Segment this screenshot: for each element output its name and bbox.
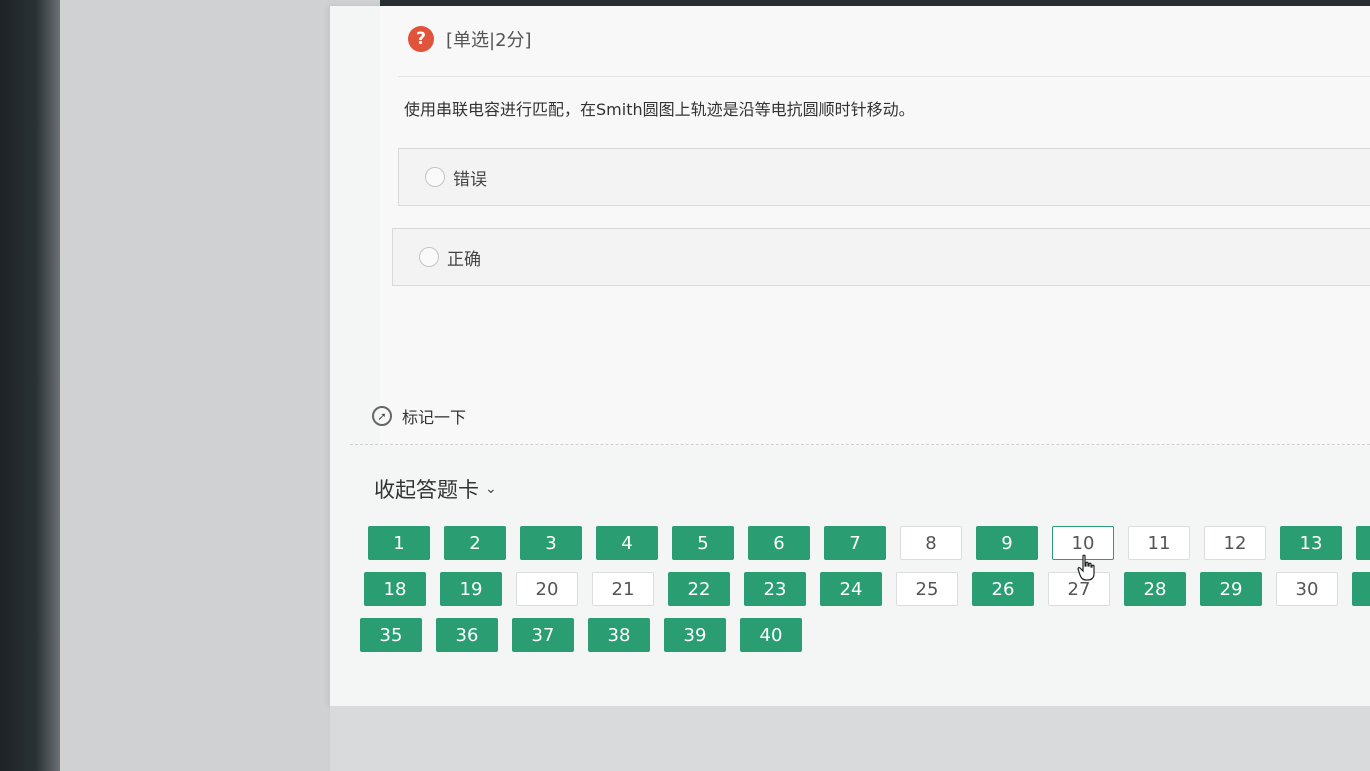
question-number-20[interactable]: 20	[516, 572, 578, 606]
question-number-6[interactable]: 6	[748, 526, 810, 560]
question-mark-icon: ?	[408, 26, 434, 52]
question-number-18[interactable]: 18	[364, 572, 426, 606]
question-number-26[interactable]: 26	[972, 572, 1034, 606]
answer-card-grid: 1 2 3 4 5 6 7 8 9 10 11 12 13 18 19 20 21 22 23 24 25 26 27 28 2…	[360, 526, 1370, 664]
question-number-35[interactable]: 35	[360, 618, 422, 652]
question-number-partial[interactable]	[1352, 572, 1370, 606]
question-number-12[interactable]: 12	[1204, 526, 1266, 560]
answer-card-toggle-label: 收起答题卡	[374, 478, 479, 502]
option-label: 错误	[453, 169, 487, 190]
question-number-30[interactable]: 30	[1276, 572, 1338, 606]
answer-card-row: 18 19 20 21 22 23 24 25 26 27 28 29 30	[364, 572, 1370, 606]
question-number-4[interactable]: 4	[596, 526, 658, 560]
answer-card-row: 1 2 3 4 5 6 7 8 9 10 11 12 13	[368, 526, 1370, 560]
hand-cursor-icon	[1077, 554, 1095, 581]
question-number-9[interactable]: 9	[976, 526, 1038, 560]
question-number-11[interactable]: 11	[1128, 526, 1190, 560]
question-number-5[interactable]: 5	[672, 526, 734, 560]
header-divider	[398, 76, 1370, 77]
monitor-bezel	[0, 0, 60, 771]
question-number-1[interactable]: 1	[368, 526, 430, 560]
question-number-39[interactable]: 39	[664, 618, 726, 652]
option-label: 正确	[447, 249, 481, 270]
question-number-40[interactable]: 40	[740, 618, 802, 652]
question-number-38[interactable]: 38	[588, 618, 650, 652]
question-type-label: [单选|2分]	[446, 30, 532, 51]
card-divider	[350, 444, 1370, 445]
question-number-28[interactable]: 28	[1124, 572, 1186, 606]
radio-icon[interactable]	[419, 247, 439, 267]
collapse-answer-card-button[interactable]: 收起答题卡 ⌄	[374, 474, 497, 504]
question-number-24[interactable]: 24	[820, 572, 882, 606]
question-number-36[interactable]: 36	[436, 618, 498, 652]
question-number-19[interactable]: 19	[440, 572, 502, 606]
question-number-2[interactable]: 2	[444, 526, 506, 560]
compass-icon: ➚	[372, 406, 392, 426]
question-header: ? [单选|2分]	[408, 24, 532, 54]
question-number-7[interactable]: 7	[824, 526, 886, 560]
question-number-partial[interactable]	[1356, 526, 1370, 560]
question-number-23[interactable]: 23	[744, 572, 806, 606]
question-number-29[interactable]: 29	[1200, 572, 1262, 606]
question-number-37[interactable]: 37	[512, 618, 574, 652]
chevron-down-icon: ⌄	[485, 481, 497, 497]
answer-card-row: 35 36 37 38 39 40	[360, 618, 1370, 652]
radio-icon[interactable]	[425, 167, 445, 187]
question-number-21[interactable]: 21	[592, 572, 654, 606]
question-number-13[interactable]: 13	[1280, 526, 1342, 560]
mark-question-button[interactable]: ➚ 标记一下	[372, 404, 466, 428]
question-number-25[interactable]: 25	[896, 572, 958, 606]
mark-label: 标记一下	[402, 408, 467, 427]
option-wrong[interactable]: 错误	[398, 148, 1370, 206]
page-bottom	[330, 706, 1370, 771]
question-number-22[interactable]: 22	[668, 572, 730, 606]
question-number-8[interactable]: 8	[900, 526, 962, 560]
question-text: 使用串联电容进行匹配，在Smith圆图上轨迹是沿等电抗圆顺时针移动。	[404, 100, 915, 119]
question-area: ? [单选|2分] 使用串联电容进行匹配，在Smith圆图上轨迹是沿等电抗圆顺时…	[380, 6, 1370, 446]
option-correct[interactable]: 正确	[392, 228, 1370, 286]
exam-panel: ? [单选|2分] 使用串联电容进行匹配，在Smith圆图上轨迹是沿等电抗圆顺时…	[330, 6, 1370, 706]
question-number-3[interactable]: 3	[520, 526, 582, 560]
